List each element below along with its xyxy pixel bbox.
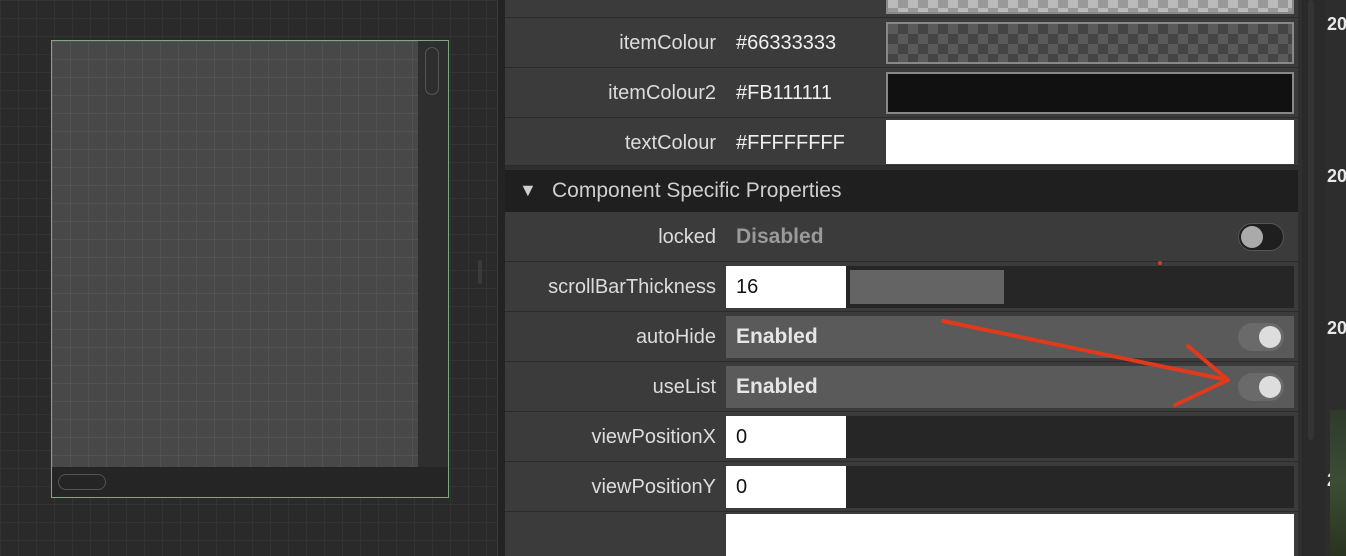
property-label: useList bbox=[652, 376, 716, 398]
vertical-scrollbar[interactable] bbox=[418, 41, 448, 467]
strip-label: 20 bbox=[1327, 318, 1346, 338]
scrollbar-thickness-input[interactable]: 16 bbox=[726, 266, 846, 308]
colour-swatch[interactable] bbox=[886, 120, 1294, 164]
scrollbar-thickness-slider[interactable] bbox=[846, 266, 1294, 308]
property-row-uselist: useList Enabled bbox=[505, 362, 1298, 412]
canvas-resize-handle[interactable] bbox=[478, 260, 482, 284]
switch-knob bbox=[1259, 326, 1281, 348]
section-header-component-specific[interactable]: ▼ Component Specific Properties bbox=[505, 170, 1298, 212]
property-row-itemcolour2: itemColour2 #FB111111 bbox=[505, 68, 1298, 118]
colour-value[interactable]: #FFFFFFFF bbox=[736, 118, 845, 168]
slider-fill bbox=[850, 270, 1004, 304]
property-row-textcolour: textColour #FFFFFFFF bbox=[505, 118, 1298, 166]
horizontal-scroll-thumb[interactable] bbox=[58, 474, 106, 490]
triangle-down-icon[interactable]: ▼ bbox=[519, 170, 537, 210]
property-text-field[interactable] bbox=[726, 514, 1294, 556]
viewport-content bbox=[52, 41, 418, 467]
property-row-itemcolour: itemColour #66333333 bbox=[505, 18, 1298, 68]
colour-value[interactable]: #FB111111 bbox=[736, 68, 832, 118]
panel-scrollbar[interactable] bbox=[1302, 0, 1326, 556]
colour-value[interactable]: #66333333 bbox=[736, 18, 836, 68]
property-row-viewpositiony: viewPositionY 0 bbox=[505, 462, 1298, 512]
section-title: Component Specific Properties bbox=[552, 179, 842, 202]
property-label: textColour bbox=[624, 132, 716, 154]
property-row-scrollbarthickness: scrollBarThickness 16 bbox=[505, 262, 1298, 312]
property-label: itemColour bbox=[619, 32, 716, 54]
property-row-locked: locked Disabled bbox=[505, 212, 1298, 262]
vertical-scroll-thumb[interactable] bbox=[425, 47, 439, 95]
property-label: viewPositionY bbox=[591, 476, 716, 498]
strip-label: 20 bbox=[1327, 166, 1346, 186]
autohide-switch[interactable] bbox=[1238, 323, 1284, 351]
strip-label: 20 bbox=[1327, 14, 1346, 34]
uselist-switch[interactable] bbox=[1238, 373, 1284, 401]
properties-panel: itemColour #66333333 itemColour2 #FB1111… bbox=[505, 0, 1302, 556]
view-position-y-slider[interactable] bbox=[846, 466, 1294, 508]
panel-divider[interactable] bbox=[497, 0, 505, 556]
view-position-y-input[interactable]: 0 bbox=[726, 466, 846, 508]
locked-toggle-field[interactable]: Disabled bbox=[726, 216, 1294, 258]
colour-swatch-partial[interactable] bbox=[886, 0, 1294, 14]
property-label: autoHide bbox=[635, 326, 716, 348]
property-label: itemColour2 bbox=[608, 82, 716, 104]
view-position-x-slider[interactable] bbox=[846, 416, 1294, 458]
property-row-autohide: autoHide Enabled bbox=[505, 312, 1298, 362]
horizontal-scrollbar[interactable] bbox=[52, 467, 448, 497]
toggle-state-text: Disabled bbox=[736, 225, 824, 248]
locked-switch[interactable] bbox=[1238, 223, 1284, 251]
uselist-toggle-field[interactable]: Enabled bbox=[726, 366, 1294, 408]
property-label: scrollBarThickness bbox=[548, 276, 716, 298]
toggle-state-text: Enabled bbox=[736, 325, 818, 348]
panel-scroll-thumb[interactable] bbox=[1308, 0, 1314, 440]
switch-knob bbox=[1259, 376, 1281, 398]
view-position-x-input[interactable]: 0 bbox=[726, 416, 846, 458]
right-side-strip: 20 20 20 20 bbox=[1326, 0, 1346, 556]
property-row-partial bbox=[505, 0, 1298, 18]
background-image-fragment bbox=[1330, 410, 1346, 556]
design-canvas[interactable] bbox=[0, 0, 497, 556]
property-label: locked bbox=[658, 226, 716, 248]
viewport-component[interactable] bbox=[51, 40, 449, 498]
property-row-viewpositionx: viewPositionX 0 bbox=[505, 412, 1298, 462]
toggle-state-text: Enabled bbox=[736, 375, 818, 398]
switch-knob bbox=[1241, 226, 1263, 248]
colour-swatch[interactable] bbox=[886, 22, 1294, 64]
autohide-toggle-field[interactable]: Enabled bbox=[726, 316, 1294, 358]
property-label: viewPositionX bbox=[591, 426, 716, 448]
colour-swatch[interactable] bbox=[886, 72, 1294, 114]
